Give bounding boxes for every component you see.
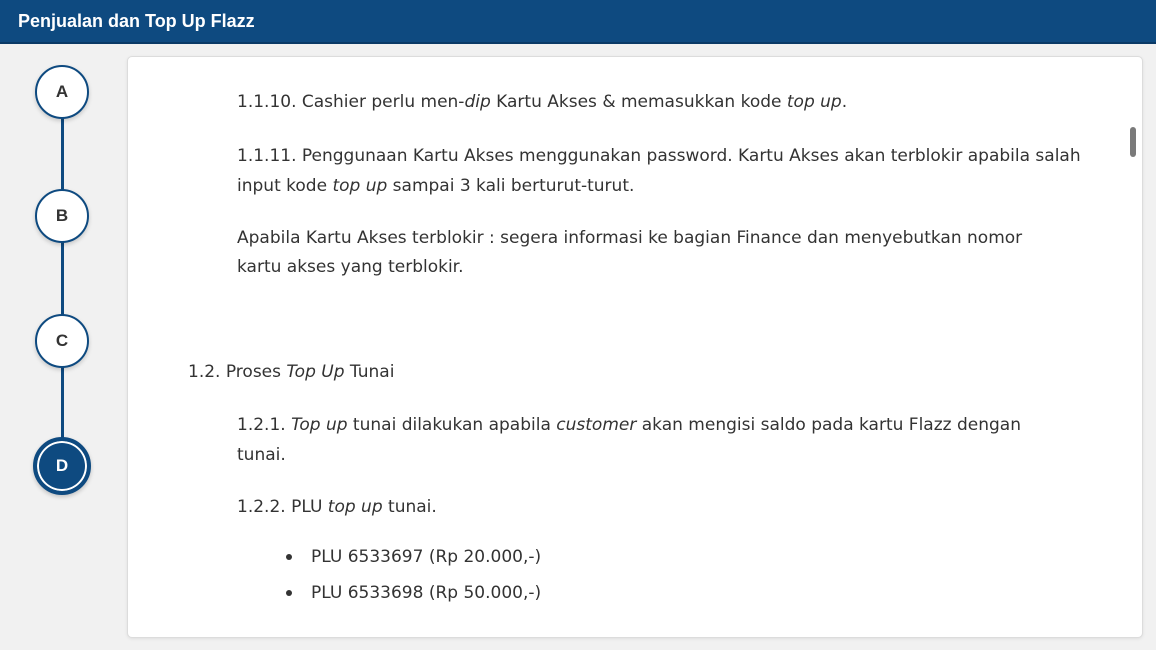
step-a[interactable]: A	[35, 65, 89, 119]
plu-list-item-cutoff: PLU 6533699 (Rp 100.000,-)	[311, 614, 552, 621]
paragraph-1-1-11-line2: input kode top up sampai 3 kali berturut…	[237, 176, 635, 196]
paragraph-1-2-1-line2: tunai.	[237, 445, 286, 465]
window-title: Penjualan dan Top Up Flazz	[18, 11, 255, 31]
blocked-note-line2: kartu akses yang terblokir.	[237, 257, 464, 277]
blocked-note-line1: Apabila Kartu Akses terblokir : segera i…	[237, 228, 1023, 248]
plu-list-item: PLU 6533698 (Rp 50.000,-)	[311, 583, 542, 603]
paragraph-1-1-10: 1.1.10. Cashier perlu men-dip Kartu Akse…	[237, 92, 848, 112]
paragraph-1-2-2: 1.2.2. PLU top up tunai.	[237, 497, 437, 517]
paragraph-1-1-11-line1: 1.1.11. Penggunaan Kartu Akses menggunak…	[237, 146, 1081, 166]
bullet-icon	[286, 554, 292, 560]
section-1-2-heading: 1.2. Proses Top Up Tunai	[188, 362, 395, 382]
scrollbar-thumb[interactable]	[1130, 127, 1136, 157]
title-bar: Penjualan dan Top Up Flazz	[0, 0, 1156, 44]
stepper-line	[61, 116, 64, 438]
plu-list-item: PLU 6533697 (Rp 20.000,-)	[311, 547, 542, 567]
paragraph-1-2-1-line1: 1.2.1. Top up tunai dilakukan apabila cu…	[237, 415, 1021, 435]
step-d-active[interactable]: D	[33, 437, 91, 495]
bullet-icon	[286, 590, 292, 596]
step-b[interactable]: B	[35, 189, 89, 243]
step-c[interactable]: C	[35, 314, 89, 368]
